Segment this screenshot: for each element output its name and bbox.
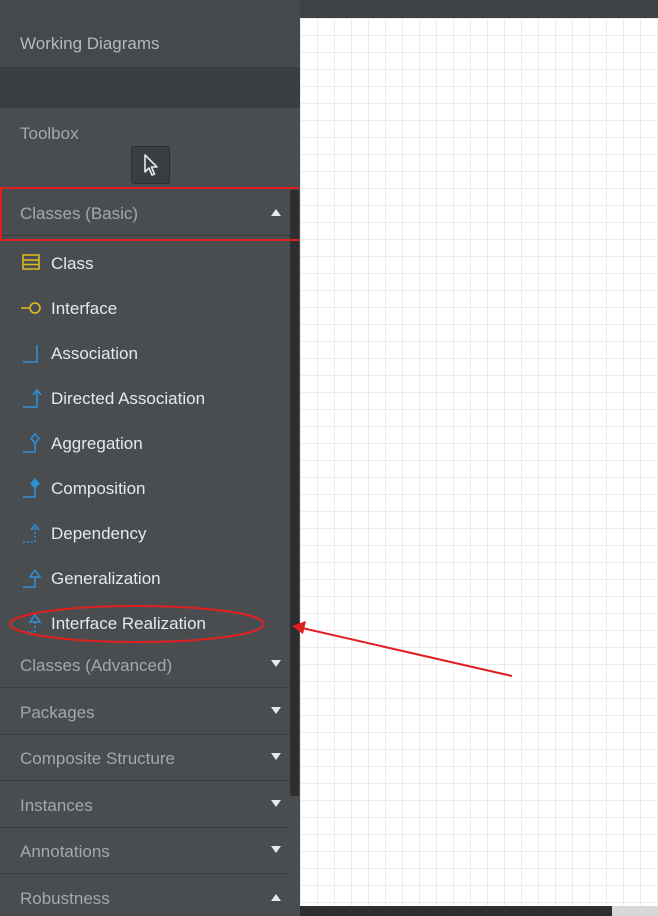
section-title: Annotations: [20, 842, 110, 861]
generalization-icon: [23, 568, 42, 588]
working-diagrams-title: Working Diagrams: [20, 34, 160, 53]
working-diagrams-list: [0, 68, 300, 108]
canvas-horizontal-scrollbar[interactable]: [300, 906, 658, 916]
dependency-icon: [23, 523, 40, 543]
section-title: Composite Structure: [20, 749, 175, 768]
association-icon: [23, 345, 38, 363]
section-annotations[interactable]: Annotations: [0, 828, 290, 874]
tool-label: Dependency: [51, 524, 147, 543]
collapsed-arrow-icon: [271, 753, 281, 760]
collapsed-arrow-icon: [271, 707, 281, 714]
section-robustness[interactable]: Robustness: [0, 875, 290, 916]
tool-item-class[interactable]: Class: [0, 244, 290, 286]
section-title: Classes (Basic): [20, 204, 139, 223]
tool-item-directed-association[interactable]: Directed Association: [0, 379, 290, 421]
section-title: Robustness: [20, 889, 110, 908]
tool-item-generalization[interactable]: Generalization: [0, 559, 290, 601]
diagram-canvas[interactable]: [300, 18, 658, 906]
pointer-tool-button[interactable]: [131, 146, 170, 184]
expanded-arrow-icon: [271, 894, 281, 901]
section-composite-structure[interactable]: Composite Structure: [0, 735, 290, 781]
expanded-arrow-icon: [271, 209, 281, 216]
collapsed-arrow-icon: [271, 846, 281, 853]
collapsed-arrow-icon: [271, 800, 281, 807]
tool-item-aggregation[interactable]: Aggregation: [0, 424, 290, 466]
tool-label: Interface: [51, 299, 118, 318]
tool-label: Aggregation: [51, 434, 143, 453]
tool-item-composition[interactable]: Composition: [0, 469, 290, 511]
tool-item-interface-realization[interactable]: Interface Realization: [0, 604, 290, 646]
toolbox-sidebar: Working Diagrams Toolbox Classes (Basic)…: [0, 0, 302, 916]
section-title: Instances: [20, 796, 93, 815]
tool-label: Composition: [51, 479, 146, 498]
collapsed-arrow-icon: [271, 660, 281, 667]
tool-item-interface[interactable]: Interface: [0, 289, 290, 331]
section-instances[interactable]: Instances: [0, 782, 290, 828]
working-diagrams-header[interactable]: Working Diagrams: [0, 0, 300, 68]
scrollbar-thumb[interactable]: [612, 906, 658, 916]
toolbox-title: Toolbox: [20, 124, 79, 143]
directed-association-icon: [23, 388, 42, 408]
tool-label: Directed Association: [51, 389, 206, 408]
section-classes-advanced[interactable]: Classes (Advanced): [0, 642, 290, 688]
section-title: Packages: [20, 703, 95, 722]
toolbox-scrollbar[interactable]: [290, 190, 299, 796]
tool-label: Class: [51, 254, 94, 273]
interface-realization-icon: [23, 613, 42, 633]
tool-label: Generalization: [51, 569, 161, 588]
tool-label: Association: [51, 344, 138, 363]
canvas-top-bar: [300, 0, 658, 18]
interface-icon: [21, 302, 41, 314]
class-icon: [22, 254, 40, 270]
tool-item-dependency[interactable]: Dependency: [0, 514, 290, 556]
section-title: Classes (Advanced): [20, 656, 173, 675]
tool-label: Interface Realization: [51, 614, 206, 633]
section-packages[interactable]: Packages: [0, 689, 290, 735]
section-classes-basic[interactable]: Classes (Basic): [0, 190, 290, 236]
cursor-arrow-icon: [143, 154, 158, 176]
composition-icon: [23, 478, 40, 498]
aggregation-icon: [23, 432, 41, 453]
tool-item-association[interactable]: Association: [0, 334, 290, 376]
